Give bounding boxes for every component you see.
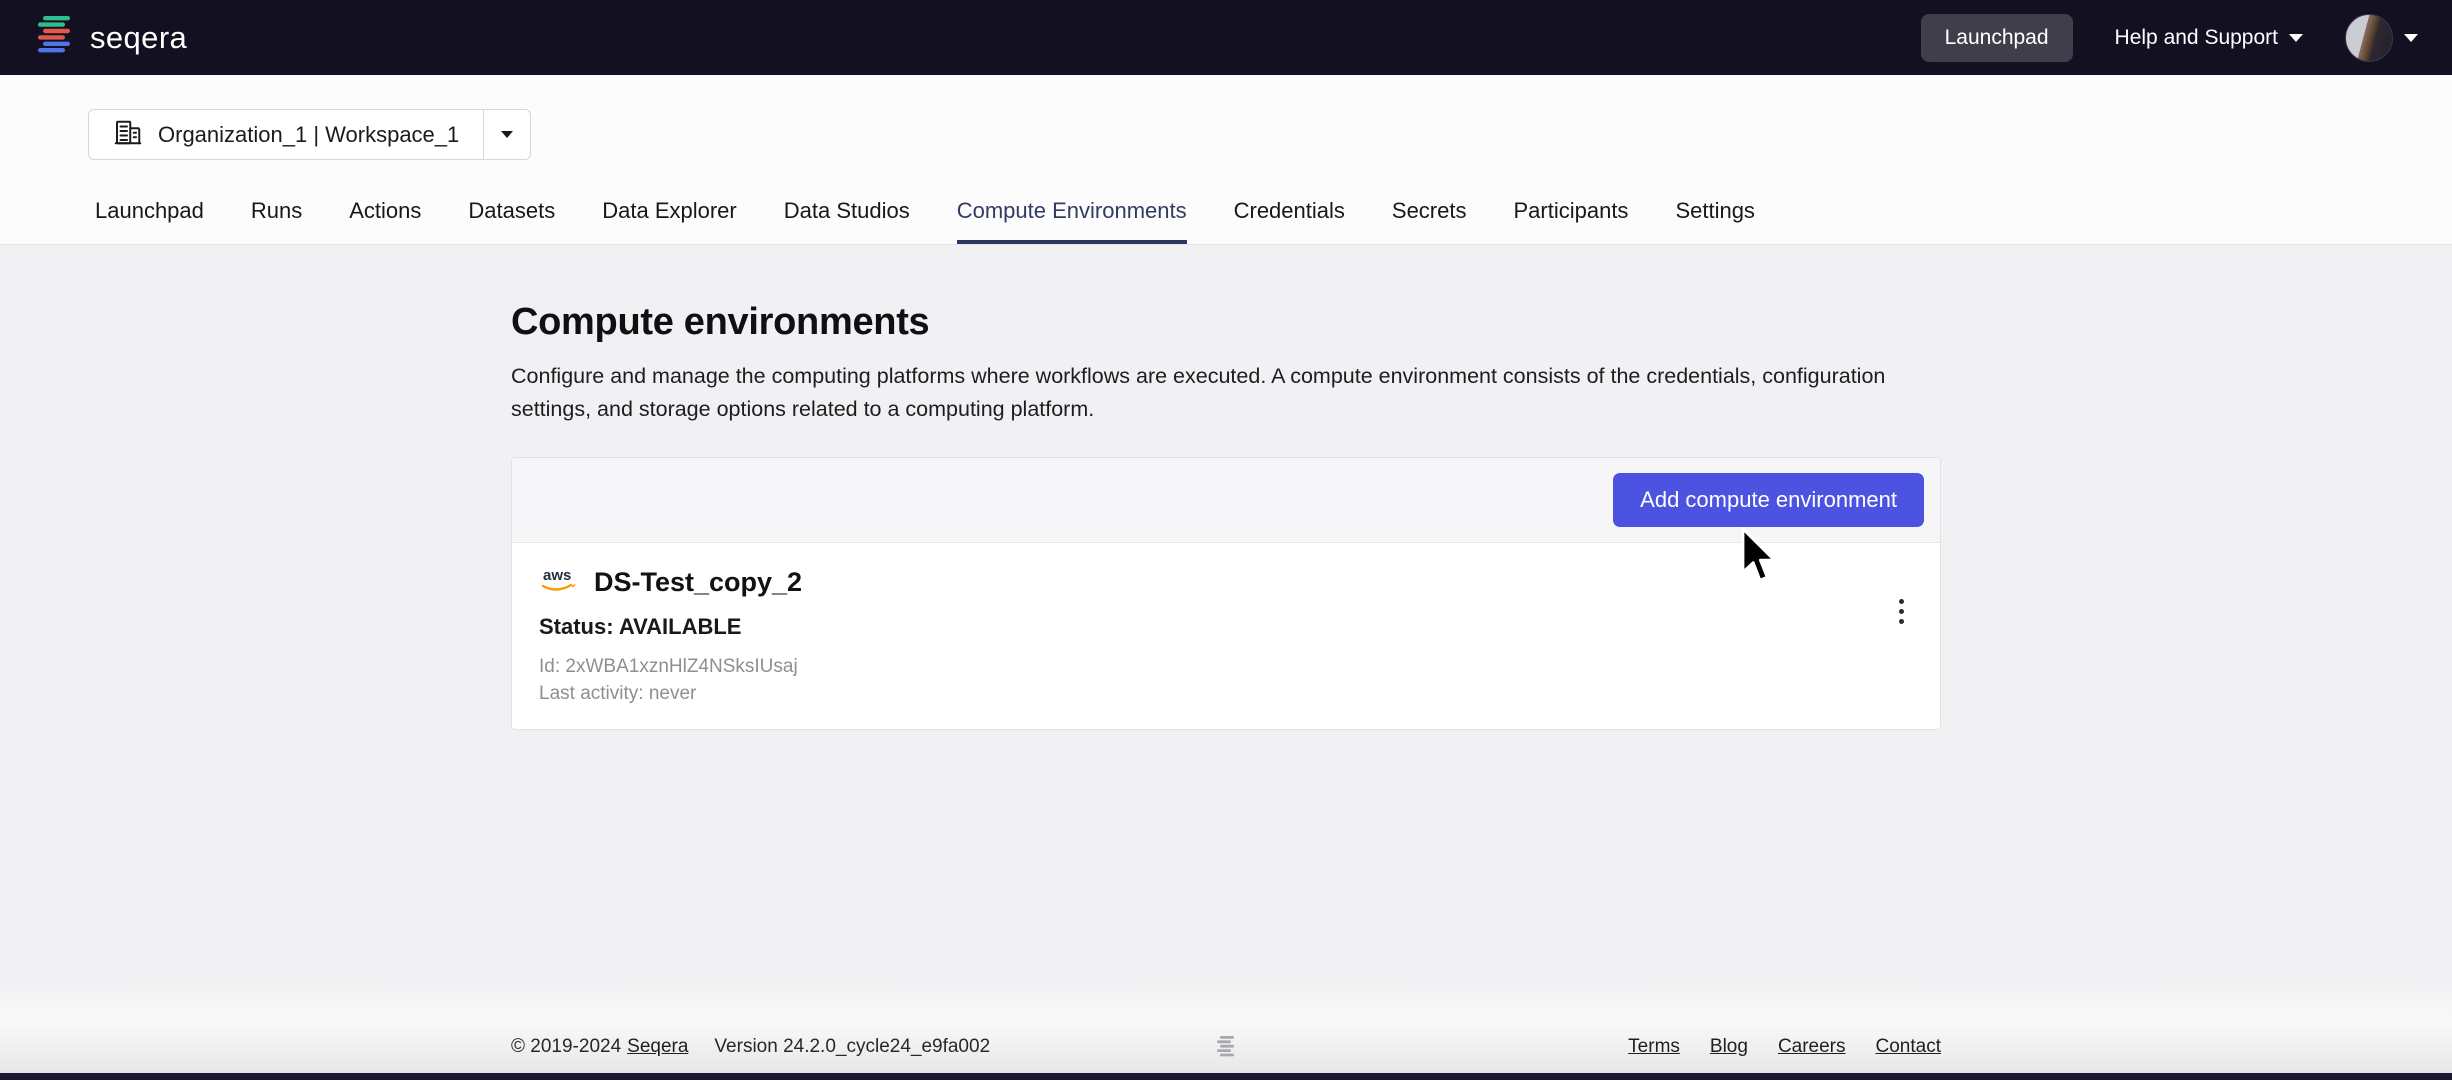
seqera-logo-icon xyxy=(34,14,76,61)
tab-data-explorer[interactable]: Data Explorer xyxy=(602,198,737,244)
environment-status: Status: AVAILABLE xyxy=(539,614,1850,640)
compute-environment-row: aws DS-Test_copy_2 Status: AVAILABLE Id:… xyxy=(512,543,1940,729)
user-menu[interactable] xyxy=(2345,14,2418,62)
card-toolbar: Add compute environment xyxy=(512,458,1940,543)
environment-title-line: aws DS-Test_copy_2 xyxy=(539,565,1850,600)
aws-provider-icon: aws xyxy=(539,565,581,600)
version-text: Version 24.2.0_cycle24_e9fa002 xyxy=(714,1036,990,1058)
navbar-right-group: Launchpad Help and Support xyxy=(1921,14,2418,62)
page-description: Configure and manage the computing platf… xyxy=(511,360,1941,427)
copyright-years: © 2019-2024 xyxy=(511,1036,621,1058)
seqera-footer-link[interactable]: Seqera xyxy=(627,1036,688,1058)
tab-secrets[interactable]: Secrets xyxy=(1392,198,1467,244)
copyright-text: © 2019-2024 Seqera xyxy=(511,1036,688,1058)
bottom-dark-strip xyxy=(0,1073,2452,1080)
tab-runs[interactable]: Runs xyxy=(251,198,302,244)
page-footer: © 2019-2024 Seqera Version 24.2.0_cycle2… xyxy=(511,1036,1941,1058)
footer-link-terms[interactable]: Terms xyxy=(1628,1036,1680,1058)
app-root: seqera Launchpad Help and Support xyxy=(0,0,2452,1080)
chevron-down-icon xyxy=(2289,34,2303,42)
tab-data-studios[interactable]: Data Studios xyxy=(784,198,910,244)
page-title: Compute environments xyxy=(511,301,1941,344)
aws-provider-label: aws xyxy=(543,567,571,584)
workspace-selector-main[interactable]: Organization_1 | Workspace_1 xyxy=(89,110,483,159)
tab-actions[interactable]: Actions xyxy=(349,198,421,244)
user-avatar xyxy=(2345,14,2393,62)
footer-logo-mark xyxy=(1213,1034,1239,1060)
brand-wordmark: seqera xyxy=(90,20,187,56)
brand-home-link[interactable]: seqera xyxy=(34,14,187,61)
environment-options-menu-button[interactable] xyxy=(1891,591,1912,632)
main-content: Compute environments Configure and manag… xyxy=(511,245,1941,730)
footer-link-blog[interactable]: Blog xyxy=(1710,1036,1748,1058)
footer-link-careers[interactable]: Careers xyxy=(1778,1036,1846,1058)
organization-icon xyxy=(113,117,143,153)
environment-last-activity: Last activity: never xyxy=(539,683,1850,705)
tab-datasets[interactable]: Datasets xyxy=(468,198,555,244)
compute-environments-card: Add compute environment aws DS-Test_copy… xyxy=(511,457,1941,730)
launchpad-button[interactable]: Launchpad xyxy=(1921,14,2073,62)
tab-compute-environments[interactable]: Compute Environments xyxy=(957,198,1187,244)
tab-participants[interactable]: Participants xyxy=(1513,198,1628,244)
footer-links: Terms Blog Careers Contact xyxy=(1628,1036,1941,1058)
environment-id: Id: 2xWBA1xznHlZ4NSksIUsaj xyxy=(539,656,1850,678)
footer-left-group: © 2019-2024 Seqera Version 24.2.0_cycle2… xyxy=(511,1036,990,1058)
workspace-subheader: Organization_1 | Workspace_1 Launchpad R… xyxy=(0,75,2452,245)
tab-launchpad[interactable]: Launchpad xyxy=(95,198,204,244)
seqera-mark-icon xyxy=(1213,1034,1239,1060)
workspace-selector-caret-button[interactable] xyxy=(483,110,530,159)
environment-name-link[interactable]: DS-Test_copy_2 xyxy=(594,567,802,598)
tab-settings[interactable]: Settings xyxy=(1675,198,1755,244)
kebab-dot xyxy=(1899,619,1904,624)
workspace-selector-label: Organization_1 | Workspace_1 xyxy=(158,122,459,148)
help-and-support-menu[interactable]: Help and Support xyxy=(2115,26,2303,50)
add-compute-environment-button[interactable]: Add compute environment xyxy=(1613,473,1924,527)
top-navbar: seqera Launchpad Help and Support xyxy=(0,0,2452,75)
kebab-dot xyxy=(1899,609,1904,614)
kebab-dot xyxy=(1899,599,1904,604)
footer-link-contact[interactable]: Contact xyxy=(1876,1036,1941,1058)
chevron-down-icon xyxy=(501,131,513,138)
help-and-support-label: Help and Support xyxy=(2115,26,2278,50)
workspace-selector[interactable]: Organization_1 | Workspace_1 xyxy=(88,109,531,160)
chevron-down-icon xyxy=(2404,34,2418,42)
workspace-tabs: Launchpad Runs Actions Datasets Data Exp… xyxy=(0,198,2452,244)
tab-credentials[interactable]: Credentials xyxy=(1234,198,1345,244)
